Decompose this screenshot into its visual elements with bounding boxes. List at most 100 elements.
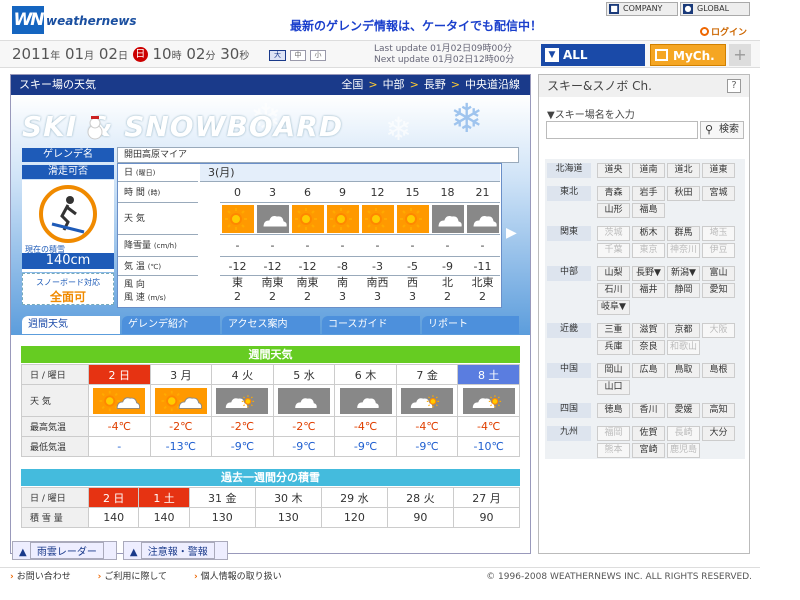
prefecture-link[interactable]: 青森: [597, 186, 630, 201]
region-header[interactable]: 四国: [547, 403, 591, 418]
promo-link[interactable]: 最新のゲレンデ情報は、ケータイでも配信中！: [290, 17, 542, 34]
prefecture-link[interactable]: 山梨: [597, 266, 630, 281]
font-size-small-button[interactable]: 小: [310, 50, 326, 61]
prefecture-link[interactable]: 山口: [597, 380, 630, 395]
prefecture-link[interactable]: 三重: [597, 323, 630, 338]
region-header[interactable]: 中部: [547, 266, 591, 281]
weekly-min-value: -: [88, 436, 151, 457]
next-arrow[interactable]: ▶: [506, 225, 517, 241]
wind-speed-label: 風 速: [124, 293, 145, 303]
global-link[interactable]: ● GLOBAL: [680, 2, 750, 16]
prev-arrow[interactable]: ◀: [204, 225, 215, 241]
sunny-icon: [291, 205, 324, 233]
weekday-badge: 日: [132, 47, 148, 62]
prefecture-link[interactable]: 富山: [702, 266, 735, 281]
prefecture-link[interactable]: 佐賀: [632, 426, 665, 441]
prefecture-link: 千葉: [597, 243, 630, 258]
prefecture-link[interactable]: 新潟▼: [667, 266, 700, 281]
region-header[interactable]: 東北: [547, 186, 591, 201]
rain-radar-link[interactable]: ▲ 雨雲レーダー: [12, 541, 117, 560]
weathernews-logo-text[interactable]: weathernews: [46, 14, 137, 28]
prefecture-link[interactable]: 徳島: [597, 403, 630, 418]
region-header[interactable]: 九州: [547, 426, 591, 441]
prefecture-link[interactable]: 静岡: [667, 283, 700, 298]
privacy-link[interactable]: › 個人情報の取り扱い: [194, 572, 294, 582]
prefecture-link[interactable]: 道央: [597, 163, 630, 178]
region-header[interactable]: 中国: [547, 363, 591, 378]
region-header[interactable]: 北海道: [547, 163, 591, 178]
warnings-link[interactable]: ▲ 注意報・警報: [122, 541, 228, 560]
breadcrumb-item[interactable]: 中央道沿線: [465, 78, 520, 91]
prefecture-link[interactable]: 兵庫: [597, 340, 630, 355]
prefecture-link[interactable]: 京都: [667, 323, 700, 338]
font-size-medium-button[interactable]: 中: [290, 50, 306, 61]
prefecture-link[interactable]: 福島: [632, 203, 665, 218]
sunny-then-cloudy-icon: [154, 387, 207, 414]
prefecture-link[interactable]: 岐阜▼: [597, 300, 630, 315]
search-input[interactable]: [546, 121, 698, 139]
prefecture-link[interactable]: 宮崎: [632, 443, 665, 458]
snowflake-icon: ❄: [450, 96, 484, 142]
prefecture-link[interactable]: 大分: [702, 426, 735, 441]
prefecture-link[interactable]: 鳥取: [667, 363, 700, 378]
breadcrumb-item[interactable]: 中部: [383, 78, 405, 91]
contact-link[interactable]: › お問い合わせ: [10, 572, 83, 582]
prefecture-link[interactable]: 島根: [702, 363, 735, 378]
weekly-day: 4 火: [211, 364, 274, 385]
tab-gelande[interactable]: ゲレンデ紹介: [122, 316, 220, 334]
weekly-weather-label: 天 気: [21, 384, 89, 417]
prefecture-link[interactable]: 広島: [632, 363, 665, 378]
tab-weekly[interactable]: 週間天気: [22, 316, 120, 334]
prefecture-link[interactable]: 長野▼: [632, 266, 665, 281]
prefecture-link[interactable]: 栃木: [632, 226, 665, 241]
cloudy-icon: [277, 387, 330, 414]
help-button[interactable]: ?: [727, 79, 741, 93]
region-header[interactable]: 関東: [547, 226, 591, 241]
prefecture-link[interactable]: 秋田: [667, 186, 700, 201]
tab-access[interactable]: アクセス案内: [222, 316, 320, 334]
prefecture-link[interactable]: 宮城: [702, 186, 735, 201]
prefecture-link[interactable]: 群馬: [667, 226, 700, 241]
tab-course[interactable]: コースガイド: [322, 316, 420, 334]
prefecture-link[interactable]: 岩手: [632, 186, 665, 201]
all-channel-button[interactable]: ▼ALL Channel: [541, 44, 645, 84]
breadcrumb-item[interactable]: 全国: [341, 78, 363, 91]
weathernews-logo-mark[interactable]: WN: [12, 6, 44, 34]
tab-report[interactable]: リポート: [422, 316, 519, 334]
past-day: 29 水: [320, 487, 388, 508]
cloudy-icon: [431, 205, 464, 233]
add-channel-button[interactable]: +: [729, 44, 751, 66]
prefecture-link: 東京: [632, 243, 665, 258]
prefecture-link[interactable]: 道南: [632, 163, 665, 178]
prefecture-link[interactable]: 奈良: [632, 340, 665, 355]
region-header[interactable]: 近畿: [547, 323, 591, 338]
login-link[interactable]: ログイン: [700, 25, 747, 38]
breadcrumb-sep: >: [368, 78, 378, 91]
precip-unit: (cm/h): [153, 242, 177, 250]
prefecture-link[interactable]: 岡山: [597, 363, 630, 378]
prefecture-link[interactable]: 愛知: [702, 283, 735, 298]
prefecture-link[interactable]: 高知: [702, 403, 735, 418]
minute-unit: 分: [205, 51, 216, 62]
prefecture-link[interactable]: 山形: [597, 203, 630, 218]
terms-link[interactable]: › ご利用に際して: [98, 572, 179, 582]
company-link[interactable]: ■ COMPANY: [606, 2, 678, 16]
breadcrumb-item[interactable]: 長野: [424, 78, 446, 91]
prefecture-link[interactable]: 滋賀: [632, 323, 665, 338]
font-size-large-button[interactable]: 大: [269, 50, 286, 61]
login-icon: [700, 27, 709, 36]
prefecture-link[interactable]: 福井: [632, 283, 665, 298]
prefecture-link[interactable]: 石川: [597, 283, 630, 298]
prefecture-link[interactable]: 愛媛: [667, 403, 700, 418]
prefecture-link[interactable]: 道東: [702, 163, 735, 178]
prefecture-link[interactable]: 道北: [667, 163, 700, 178]
temp-value: -12: [255, 257, 290, 276]
contact-label: お問い合わせ: [16, 572, 71, 582]
mych-label: MyCh.: [673, 49, 715, 63]
wind-speed-value: 2: [234, 290, 241, 303]
snow-depth-value: 140cm: [22, 253, 114, 269]
prefecture-link[interactable]: 香川: [632, 403, 665, 418]
mych-button[interactable]: MyCh.: [650, 44, 726, 66]
login-label: ログイン: [711, 28, 748, 38]
search-button[interactable]: ⚲ 検索: [700, 121, 744, 139]
